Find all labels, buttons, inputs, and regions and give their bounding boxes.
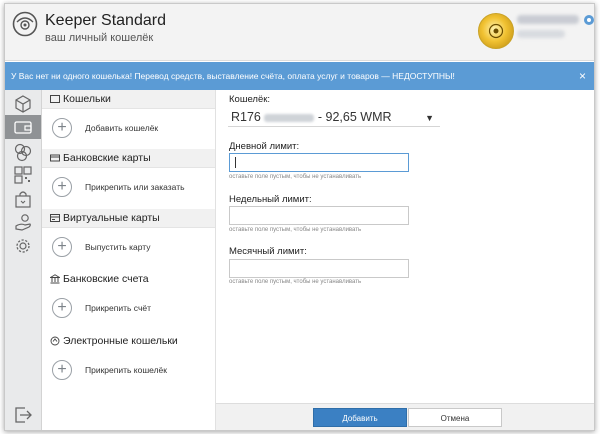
section-header-wallets: Кошельки — [42, 90, 215, 109]
section-header-bank-accounts: Банковские счета — [42, 270, 215, 288]
card-icon — [50, 154, 60, 162]
attach-e-wallet-button[interactable]: + Прикрепить кошелёк — [42, 351, 215, 391]
gear-icon[interactable] — [13, 236, 33, 256]
close-icon[interactable]: × — [579, 62, 586, 90]
issue-card-button[interactable]: + Выпустить карту — [42, 228, 215, 268]
form-footer: Добавить Отмена — [216, 403, 594, 430]
sidebar — [5, 90, 42, 430]
logout-icon[interactable] — [13, 406, 33, 424]
wallet-icon[interactable] — [13, 117, 33, 137]
qr-grid-icon[interactable] — [13, 165, 33, 185]
section-header-virtual-cards: Виртуальные карты — [42, 209, 215, 228]
keeper-window: Keeper Standard ваш личный кошелёк У Вас… — [4, 3, 595, 431]
plus-icon: + — [52, 177, 72, 197]
wallet-number-prefix: R176 — [231, 110, 261, 124]
coins-icon[interactable] — [13, 142, 33, 162]
user-name-redacted — [517, 15, 579, 24]
plus-icon: + — [52, 118, 72, 138]
section-header-bank-cards: Банковские карты — [42, 149, 215, 168]
daily-limit-label: Дневной лимит: — [229, 141, 300, 152]
virtual-card-icon — [50, 214, 60, 222]
daily-limit-hint: оставьте поле пустым, чтобы не устанавли… — [229, 174, 362, 180]
shop-bag-icon[interactable] — [13, 189, 33, 209]
daily-limit-field[interactable] — [229, 153, 409, 172]
globe-cube-icon[interactable] — [13, 94, 33, 114]
banner-message: У Вас нет ни одного кошелька! Перевод ср… — [11, 71, 455, 81]
chevron-down-icon: ▼ — [425, 113, 434, 123]
weekly-limit-field[interactable] — [229, 206, 409, 225]
wallet-select[interactable]: R176 - 92,65 WMR ▼ — [228, 107, 440, 127]
hand-icon[interactable] — [13, 212, 33, 232]
attach-bank-card-button[interactable]: + Прикрепить или заказать — [42, 168, 215, 208]
no-wallet-warning-banner: У Вас нет ни одного кошелька! Перевод ср… — [5, 62, 594, 90]
wallet-balance: - 92,65 WMR — [317, 110, 392, 124]
monthly-limit-label: Месячный лимит: — [229, 246, 307, 257]
wallet-small-icon — [50, 95, 60, 103]
plus-icon: + — [52, 298, 72, 318]
weekly-limit-label: Недельный лимит: — [229, 194, 312, 205]
cancel-button[interactable]: Отмена — [408, 408, 502, 427]
app-header: Keeper Standard ваш личный кошелёк — [5, 4, 594, 61]
wallet-number-redacted — [263, 113, 314, 122]
section-header-e-wallets: Электронные кошельки — [42, 332, 215, 350]
limits-form: Кошелёк: R176 - 92,65 WMR ▼ Дневной лимит… — [216, 90, 594, 430]
bank-icon — [50, 274, 60, 284]
monthly-limit-field[interactable] — [229, 259, 409, 278]
wallet-label: Кошелёк: — [229, 94, 271, 105]
avatar[interactable] — [478, 13, 514, 49]
settings-gear-icon[interactable] — [582, 13, 595, 27]
monthly-limit-hint: оставьте поле пустым, чтобы не устанавли… — [229, 279, 362, 285]
user-id-redacted — [517, 30, 565, 38]
avatar-eye-icon — [488, 23, 504, 39]
app-title: Keeper Standard — [45, 12, 166, 29]
plus-icon: + — [52, 360, 72, 380]
account-types-list: Кошельки + Добавить кошелёк Банковские к… — [42, 90, 216, 430]
keeper-logo-icon[interactable] — [12, 11, 38, 37]
ewallet-icon — [50, 336, 60, 346]
add-button[interactable]: Добавить — [313, 408, 407, 427]
app-subtitle: ваш личный кошелёк — [45, 32, 154, 44]
add-wallet-button[interactable]: + Добавить кошелёк — [42, 109, 215, 149]
text-cursor — [235, 157, 236, 168]
plus-icon: + — [52, 237, 72, 257]
weekly-limit-hint: оставьте поле пустым, чтобы не устанавли… — [229, 227, 362, 233]
attach-account-button[interactable]: + Прикрепить счёт — [42, 289, 215, 329]
